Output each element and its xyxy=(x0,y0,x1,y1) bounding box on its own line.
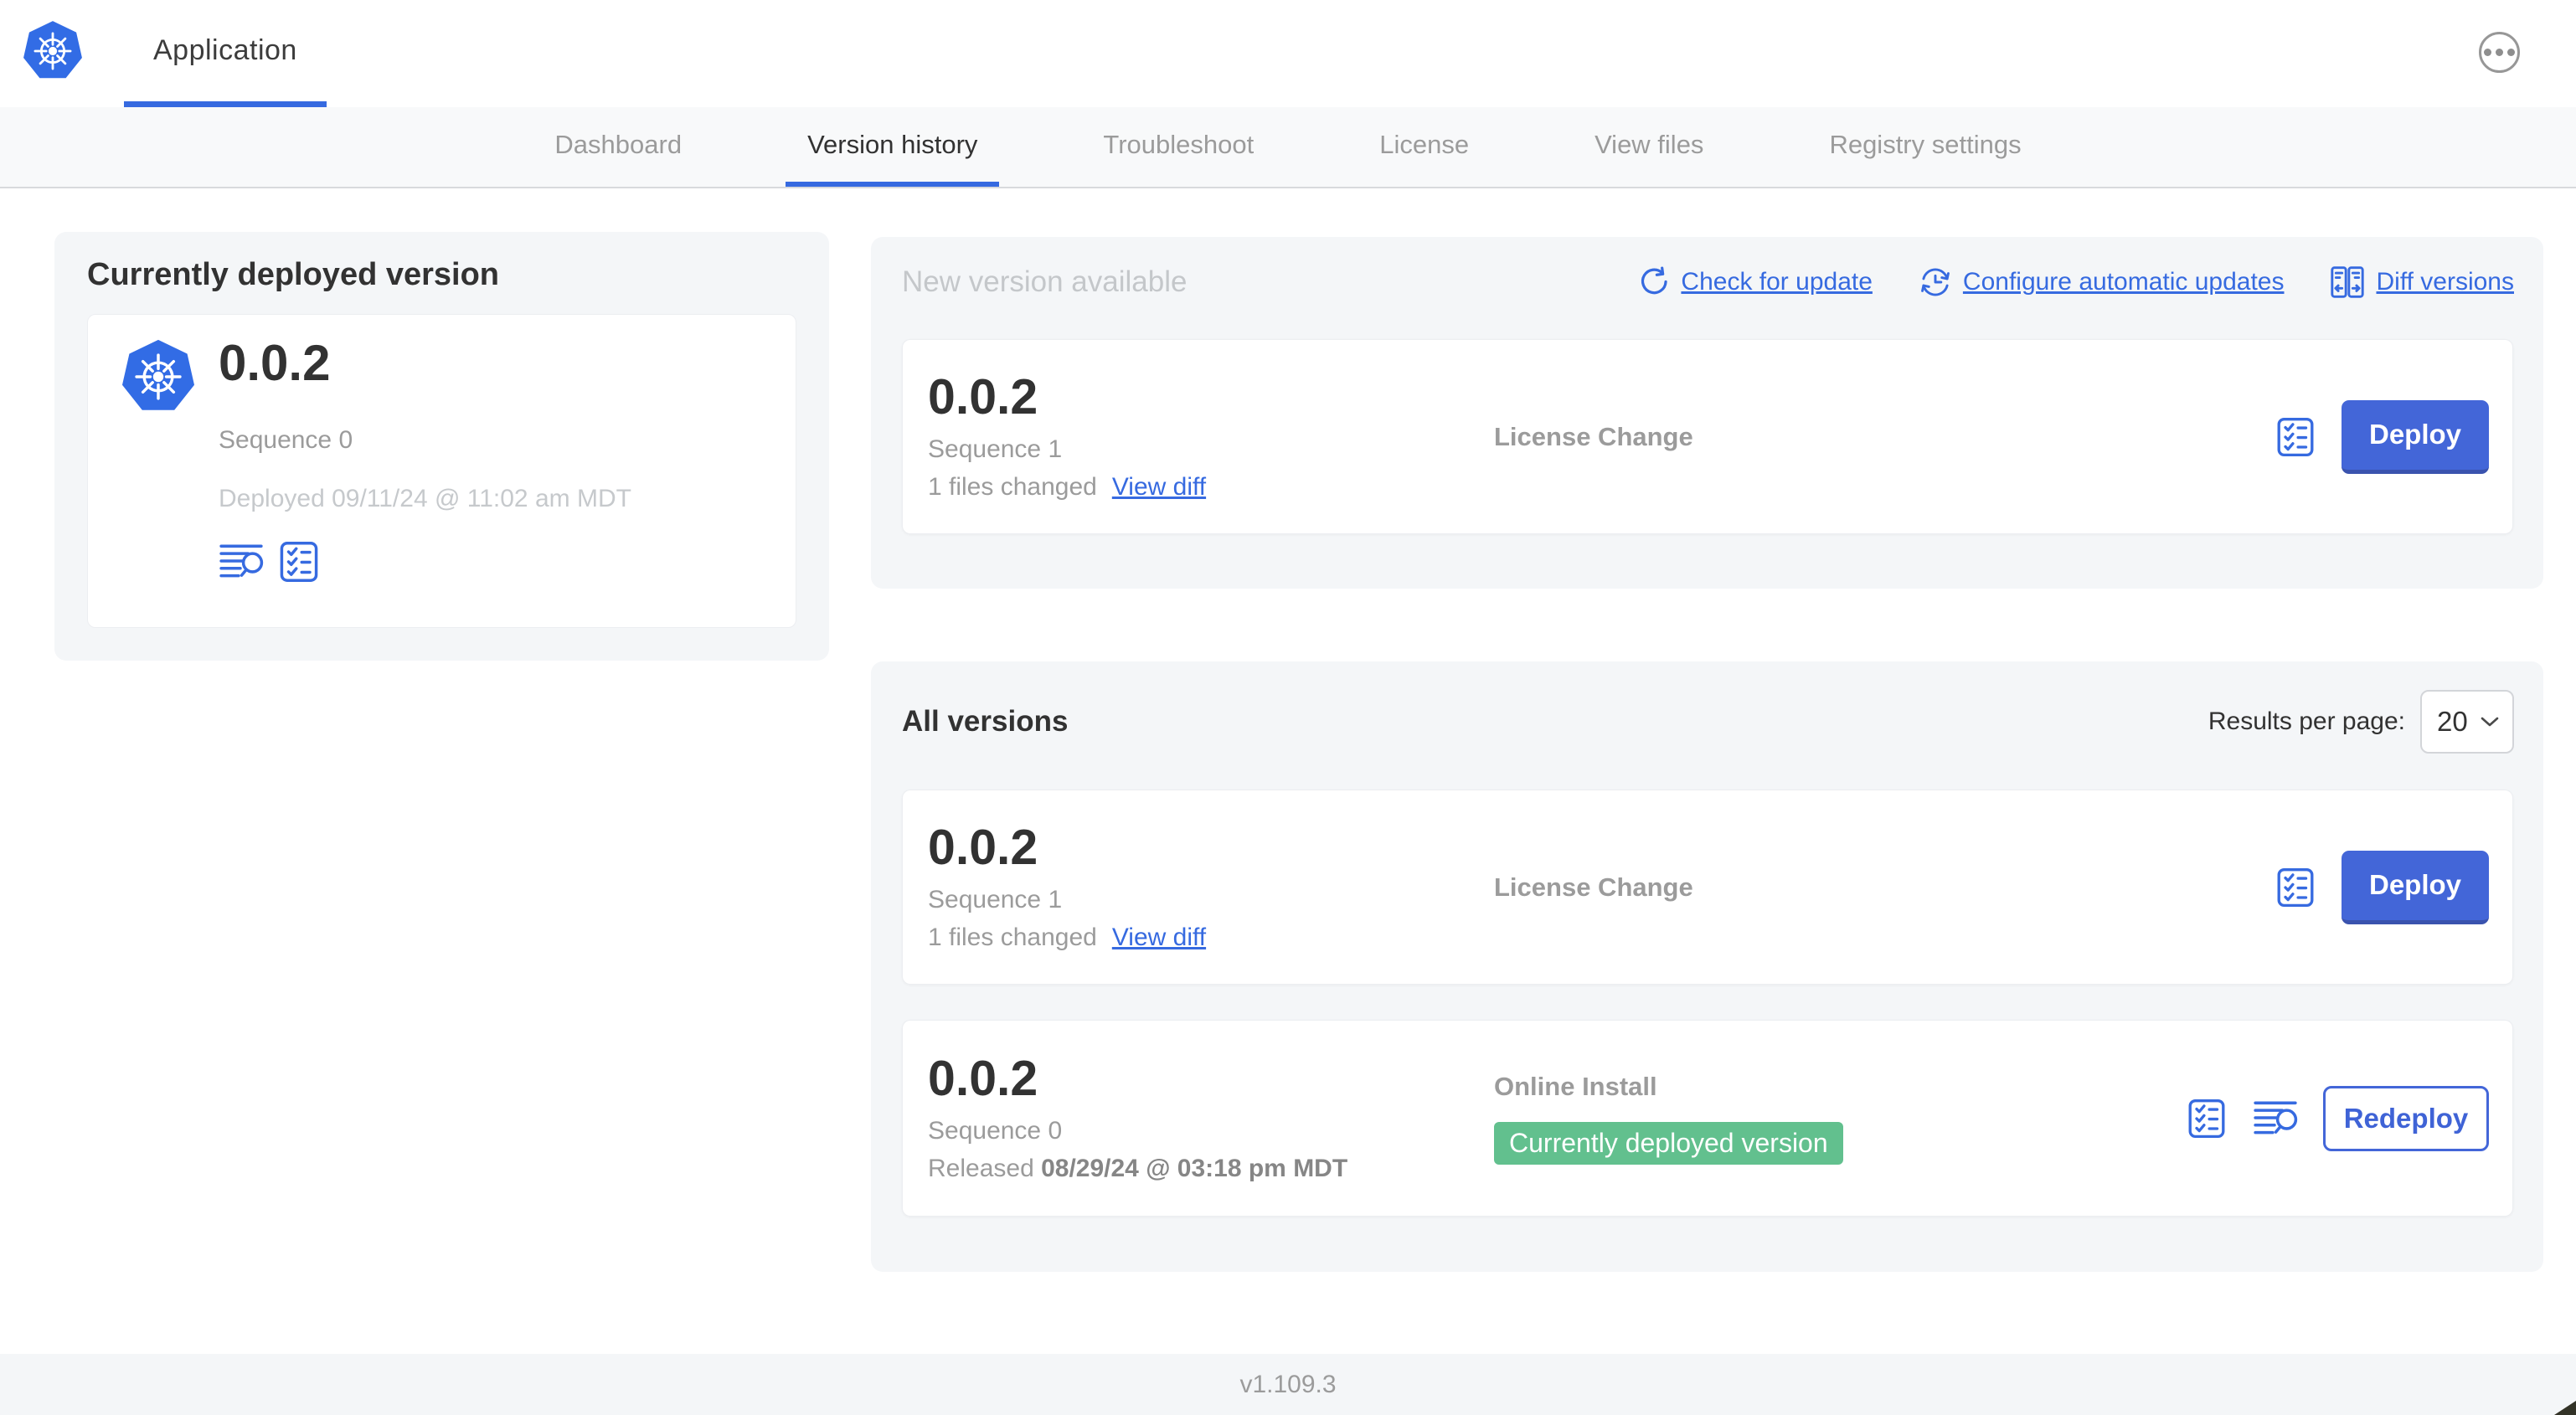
app-header: Application xyxy=(0,0,2576,107)
release-source-label: License Change xyxy=(1494,872,1693,902)
view-diff-link[interactable]: View diff xyxy=(1112,473,1206,502)
view-preflight-checks-button[interactable] xyxy=(277,540,321,584)
app-title: Application xyxy=(153,34,297,66)
configure-automatic-updates-link[interactable]: Configure automatic updates xyxy=(1919,265,2284,299)
console-version-label: v1.109.3 xyxy=(1239,1370,1337,1398)
currently-deployed-badge: Currently deployed version xyxy=(1494,1122,1843,1165)
release-source-label: Online Install xyxy=(1494,1072,1657,1101)
results-per-page-select[interactable]: 20 xyxy=(2420,690,2514,754)
sequence-label: Sequence 0 xyxy=(928,1116,1063,1145)
tab-license[interactable]: License xyxy=(1358,107,1491,187)
view-preflight-checks-button[interactable] xyxy=(2275,867,2316,908)
currently-deployed-section: Currently deployed version 0.0.2 Sequenc… xyxy=(54,232,829,661)
checklist-icon xyxy=(2188,1099,2225,1138)
version-label: 0.0.2 xyxy=(928,368,1038,424)
diff-icon xyxy=(2331,266,2365,298)
results-per-page-label: Results per page: xyxy=(2208,708,2405,735)
new-version-section: New version available Check for update C… xyxy=(871,237,2543,589)
files-changed-label: 1 files changed xyxy=(928,472,1097,501)
view-diff-link[interactable]: View diff xyxy=(1112,924,1206,952)
version-label: 0.0.2 xyxy=(928,819,1038,875)
more-options-button[interactable] xyxy=(2479,32,2520,73)
check-for-update-link[interactable]: Check for update xyxy=(1638,266,1873,298)
sequence-label: Sequence 1 xyxy=(928,885,1063,913)
version-row: 0.0.2 Sequence 1 1 files changed View di… xyxy=(902,790,2513,985)
diff-versions-link[interactable]: Diff versions xyxy=(2330,265,2514,299)
release-source-label: License Change xyxy=(1494,421,1693,451)
deployed-sequence-label: Sequence 0 xyxy=(219,426,353,454)
refresh-icon xyxy=(1641,266,1668,295)
deploy-button[interactable]: Deploy xyxy=(2342,399,2489,474)
tab-registry-settings[interactable]: Registry settings xyxy=(1807,107,2043,187)
currently-deployed-title: Currently deployed version xyxy=(87,257,500,292)
ellipsis-icon xyxy=(2484,49,2491,56)
logs-icon xyxy=(219,544,264,578)
mouse-cursor-artifact xyxy=(2554,1401,2576,1415)
version-label: 0.0.2 xyxy=(928,1050,1038,1106)
tab-version-history[interactable]: Version history xyxy=(786,107,1000,187)
app-nav-item[interactable]: Application xyxy=(124,0,327,107)
chevron-down-icon xyxy=(2481,717,2499,727)
results-per-page-value: 20 xyxy=(2437,706,2468,737)
tab-troubleshoot[interactable]: Troubleshoot xyxy=(1081,107,1275,187)
deployed-timestamp: Deployed 09/11/24 @ 11:02 am MDT xyxy=(219,485,631,512)
kubernetes-logo-icon xyxy=(23,21,82,79)
view-preflight-checks-button[interactable] xyxy=(2186,1098,2228,1140)
logs-icon xyxy=(2254,1101,2298,1134)
tab-dashboard[interactable]: Dashboard xyxy=(533,107,703,187)
app-tab-bar: Dashboard Version history Troubleshoot L… xyxy=(0,107,2576,188)
deployed-version-label: 0.0.2 xyxy=(219,335,331,391)
all-versions-section: All versions Results per page: 20 0.0.2 … xyxy=(871,661,2543,1272)
all-versions-title: All versions xyxy=(902,705,1069,738)
new-version-row: 0.0.2 Sequence 1 1 files changed View di… xyxy=(902,339,2513,534)
sequence-label: Sequence 1 xyxy=(928,435,1063,463)
checklist-icon xyxy=(2277,867,2314,907)
view-deploy-logs-button[interactable] xyxy=(2253,1099,2298,1139)
version-row: 0.0.2 Sequence 0 Released 08/29/24 @ 03:… xyxy=(902,1020,2513,1217)
files-changed-label: 1 files changed xyxy=(928,923,1097,951)
released-timestamp: Released 08/29/24 @ 03:18 pm MDT xyxy=(928,1154,1348,1182)
auto-update-clock-icon xyxy=(1920,268,1950,296)
checklist-icon xyxy=(2277,417,2314,456)
currently-deployed-card: 0.0.2 Sequence 0 Deployed 09/11/24 @ 11:… xyxy=(87,314,796,628)
tab-view-files[interactable]: View files xyxy=(1573,107,1725,187)
view-deploy-logs-button[interactable] xyxy=(219,542,264,582)
kubernetes-logo-icon xyxy=(121,339,195,410)
new-version-title: New version available xyxy=(902,265,1188,298)
checklist-icon xyxy=(280,542,318,582)
view-preflight-checks-button[interactable] xyxy=(2275,416,2316,458)
redeploy-button[interactable]: Redeploy xyxy=(2323,1085,2489,1151)
deploy-button[interactable]: Deploy xyxy=(2342,850,2489,924)
app-footer: v1.109.3 xyxy=(0,1354,2576,1415)
